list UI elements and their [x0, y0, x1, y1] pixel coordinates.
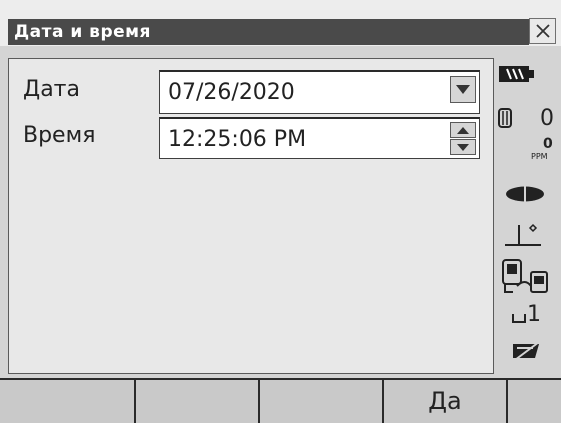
softkey-f2[interactable]: [136, 380, 260, 423]
input-mode-icon[interactable]: [511, 304, 527, 330]
status-bar: 0 0 PPM 1: [495, 58, 561, 376]
prism-constant-value: 0: [540, 106, 554, 131]
date-value: 07/26/2020: [168, 80, 295, 105]
ppm-value: 0: [543, 136, 553, 152]
time-spin-buttons: [450, 122, 476, 155]
close-icon: [536, 24, 550, 38]
time-spinner[interactable]: 12:25:06 PM: [159, 117, 480, 159]
date-dropdown-button[interactable]: [450, 76, 476, 103]
arrow-up-icon: [457, 127, 469, 134]
chevron-down-icon: [456, 85, 470, 94]
input-mode-value: 1: [527, 302, 541, 327]
date-dropdown[interactable]: 07/26/2020: [159, 70, 480, 114]
arrow-down-icon: [457, 144, 469, 151]
title-bar: Дата и время: [0, 0, 561, 46]
battery-icon[interactable]: [499, 64, 535, 88]
softkey-bar: Да: [0, 378, 561, 423]
spin-down-button[interactable]: [450, 139, 476, 155]
content-panel: Дата 07/26/2020 Время 12:25:06 PM: [8, 58, 494, 374]
softkey-f1[interactable]: [0, 380, 136, 423]
reflector-target-icon[interactable]: [505, 186, 545, 206]
spin-up-button[interactable]: [450, 122, 476, 138]
window-title: Дата и время: [14, 22, 151, 42]
time-value: 12:25:06 PM: [168, 127, 307, 152]
ppm-unit: PPM: [531, 152, 548, 161]
memory-card-icon[interactable]: [511, 340, 541, 366]
tilt-compensation-icon[interactable]: [503, 221, 543, 257]
close-button[interactable]: [529, 18, 556, 44]
softkey-f5[interactable]: [508, 380, 561, 423]
communication-icon[interactable]: [501, 258, 549, 302]
date-time-screen: Дата и время Дата 07/26/2020 Время 12:25…: [0, 0, 561, 423]
date-label: Дата: [23, 77, 80, 102]
time-label: Время: [23, 123, 96, 148]
softkey-yes[interactable]: Да: [384, 380, 508, 423]
softkey-f3[interactable]: [260, 380, 384, 423]
prism-icon[interactable]: [497, 108, 515, 132]
